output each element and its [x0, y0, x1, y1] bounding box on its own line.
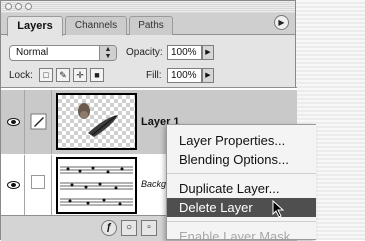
lock-paint-brush-icon[interactable]: ✎: [56, 68, 70, 82]
mouse-pointer-icon: [272, 200, 285, 218]
visibility-column: [1, 155, 25, 217]
lock-all-padlock-icon[interactable]: ■: [90, 68, 104, 82]
layer-1-thumbnail: [56, 93, 137, 150]
opacity-slider-arrow-icon[interactable]: ▶: [202, 45, 214, 60]
feather-object-image: [78, 103, 118, 137]
visibility-column: [1, 90, 25, 154]
menu-item-blending-options[interactable]: Blending Options...: [167, 150, 316, 169]
tab-paths[interactable]: Paths: [129, 16, 173, 35]
edit-state-column: [25, 155, 52, 217]
empty-state-box: [31, 175, 45, 189]
up-down-stepper-icon: ▲ ▼: [99, 46, 116, 60]
fill-field[interactable]: 100%: [167, 68, 202, 83]
menu-item-layer-properties[interactable]: Layer Properties...: [167, 131, 316, 150]
tab-channels[interactable]: Channels: [65, 16, 127, 35]
blend-mode-select[interactable]: Normal ▲ ▼: [9, 45, 117, 61]
lock-transparency-icon[interactable]: □: [39, 68, 53, 82]
opacity-label: Opacity:: [126, 47, 163, 58]
menu-item-delete-layer[interactable]: Delete Layer: [167, 198, 316, 217]
paint-brush-icon: [30, 113, 47, 130]
close-window-button[interactable]: [5, 3, 12, 10]
layer-context-menu: Layer Properties... Blending Options... …: [166, 124, 316, 240]
eye-visibility-icon[interactable]: [7, 118, 20, 126]
edit-state-column: [25, 90, 52, 154]
minimize-window-button[interactable]: [15, 3, 22, 10]
fill-label: Fill:: [146, 70, 162, 81]
fill-slider-arrow-icon[interactable]: ▶: [202, 68, 214, 83]
menu-item-enable-layer-mask[interactable]: Enable Layer Mask: [167, 227, 316, 239]
layer-style-icon[interactable]: ƒ: [101, 220, 117, 236]
tab-layers[interactable]: Layers: [7, 16, 63, 36]
zoom-window-button[interactable]: [25, 3, 32, 10]
menu-separator: [167, 221, 316, 222]
background-thumbnail: [56, 157, 137, 214]
opacity-field[interactable]: 100%: [167, 45, 202, 60]
menu-separator: [167, 173, 316, 174]
new-set-folder-icon[interactable]: ▫: [141, 220, 157, 236]
add-mask-icon[interactable]: ○: [121, 220, 137, 236]
eye-visibility-icon[interactable]: [7, 181, 20, 189]
menu-item-duplicate-layer[interactable]: Duplicate Layer...: [167, 179, 316, 198]
lock-move-icon[interactable]: ✛: [73, 68, 87, 82]
panel-tab-row: Layers Channels Paths ▶: [1, 13, 295, 36]
lock-label: Lock:: [9, 70, 33, 81]
panel-menu-arrow-icon[interactable]: ▶: [274, 15, 289, 30]
sheet-music-image: [60, 166, 133, 206]
blend-mode-value: Normal: [16, 47, 49, 58]
